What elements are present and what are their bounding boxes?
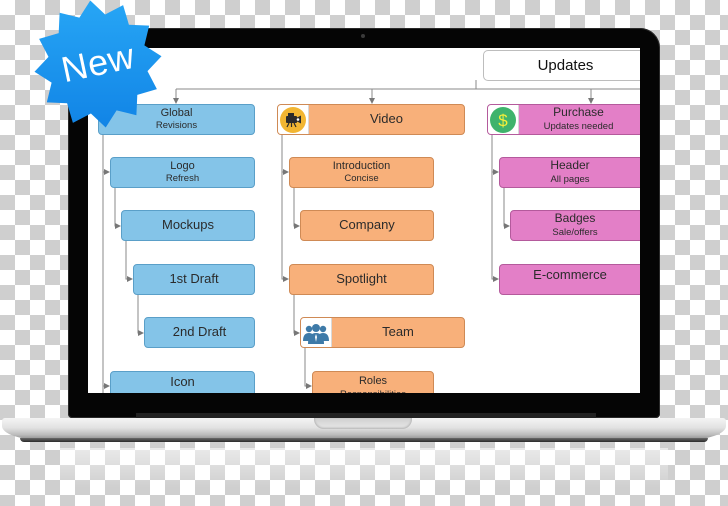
node-title: Updates	[537, 56, 594, 74]
node-2nd-draft[interactable]: 2nd Draft	[144, 317, 255, 348]
node-title: Roles	[358, 375, 388, 387]
node-title: E-commerce	[533, 267, 607, 282]
dollar-icon: $	[490, 106, 516, 133]
node-video[interactable]: Video	[277, 104, 465, 135]
node-subtitle: Concise	[344, 173, 379, 185]
video-camera-icon	[280, 106, 306, 133]
node-updates[interactable]: Updates	[483, 50, 640, 81]
node-subtitle: Updates needed	[543, 120, 614, 132]
laptop-base-edge	[20, 438, 708, 442]
node-icon[interactable]: Icon	[110, 371, 255, 393]
node-title: Logo	[170, 159, 195, 172]
team-people-icon	[303, 323, 329, 344]
node-introduction[interactable]: Introduction Concise	[289, 157, 434, 188]
laptop-reflection	[60, 448, 668, 488]
node-subtitle: Responsibilities	[340, 389, 406, 393]
team-icon-cell	[301, 318, 332, 347]
node-1st-draft[interactable]: 1st Draft	[133, 264, 255, 295]
svg-text:$: $	[498, 111, 508, 130]
node-logo[interactable]: Logo Refresh	[110, 157, 255, 188]
node-subtitle: All pages	[550, 173, 590, 185]
node-title: Purchase	[553, 105, 604, 120]
node-purchase[interactable]: $ Purchase Updates needed	[487, 104, 640, 135]
video-icon-cell	[278, 105, 309, 134]
node-header[interactable]: Header All pages	[499, 157, 640, 188]
node-company[interactable]: Company	[300, 210, 434, 241]
node-title: Mockups	[161, 217, 215, 233]
node-title: Icon	[170, 374, 195, 389]
lid-notch	[314, 418, 412, 429]
node-title: Video	[369, 111, 403, 127]
node-mockups[interactable]: Mockups	[121, 210, 255, 241]
node-title: Team	[382, 324, 414, 340]
node-roles[interactable]: Roles Responsibilities	[312, 371, 434, 393]
node-title: Introduction	[332, 159, 391, 172]
node-title: Header	[550, 158, 590, 173]
dollar-icon-cell: $	[488, 105, 519, 134]
screen: Updates Global Revisions Logo Refresh Mo…	[88, 48, 640, 393]
node-title: Company	[339, 217, 395, 233]
node-e-commerce[interactable]: E-commerce	[499, 264, 640, 295]
node-subtitle: Sale/offers	[552, 226, 598, 238]
node-badges[interactable]: Badges Sale/offers	[510, 210, 640, 241]
node-title: 1st Draft	[169, 271, 219, 287]
webcam	[361, 34, 365, 38]
node-title: 2nd Draft	[172, 324, 227, 340]
node-title: Badges	[554, 211, 596, 226]
node-team[interactable]: Team	[300, 317, 465, 348]
node-title: Spotlight	[336, 271, 387, 287]
node-spotlight[interactable]: Spotlight	[289, 264, 434, 295]
node-subtitle: Refresh	[165, 173, 200, 185]
